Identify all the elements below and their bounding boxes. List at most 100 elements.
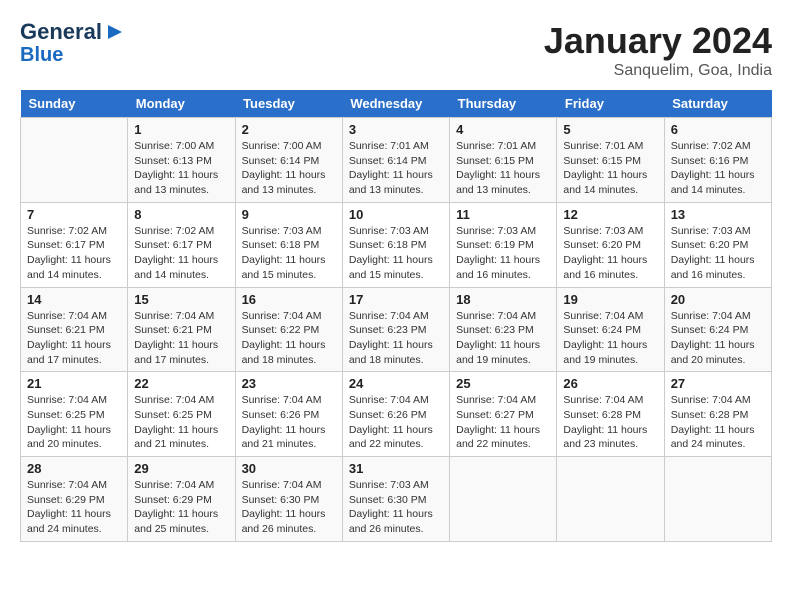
day-info: Sunrise: 7:03 AM Sunset: 6:18 PM Dayligh… xyxy=(349,224,443,283)
day-header-friday: Friday xyxy=(557,90,664,118)
calendar-week-row: 14 Sunrise: 7:04 AM Sunset: 6:21 PM Dayli… xyxy=(21,287,772,372)
day-number: 11 xyxy=(456,207,550,222)
day-info: Sunrise: 7:04 AM Sunset: 6:21 PM Dayligh… xyxy=(134,309,228,368)
day-number: 8 xyxy=(134,207,228,222)
calendar-cell: 29 Sunrise: 7:04 AM Sunset: 6:29 PM Dayli… xyxy=(128,457,235,542)
day-info: Sunrise: 7:01 AM Sunset: 6:15 PM Dayligh… xyxy=(563,139,657,198)
calendar-week-row: 28 Sunrise: 7:04 AM Sunset: 6:29 PM Dayli… xyxy=(21,457,772,542)
calendar-cell: 26 Sunrise: 7:04 AM Sunset: 6:28 PM Dayli… xyxy=(557,372,664,457)
day-info: Sunrise: 7:04 AM Sunset: 6:21 PM Dayligh… xyxy=(27,309,121,368)
day-info: Sunrise: 7:03 AM Sunset: 6:30 PM Dayligh… xyxy=(349,478,443,537)
day-info: Sunrise: 7:00 AM Sunset: 6:13 PM Dayligh… xyxy=(134,139,228,198)
calendar-cell: 8 Sunrise: 7:02 AM Sunset: 6:17 PM Daylig… xyxy=(128,202,235,287)
calendar-table: SundayMondayTuesdayWednesdayThursdayFrid… xyxy=(20,90,772,542)
day-number: 7 xyxy=(27,207,121,222)
day-info: Sunrise: 7:03 AM Sunset: 6:20 PM Dayligh… xyxy=(563,224,657,283)
calendar-cell: 14 Sunrise: 7:04 AM Sunset: 6:21 PM Dayli… xyxy=(21,287,128,372)
calendar-cell: 30Sunrise: 7:04 AM Sunset: 6:30 PM Dayli… xyxy=(235,457,342,542)
day-number: 10 xyxy=(349,207,443,222)
day-info: Sunrise: 7:02 AM Sunset: 6:17 PM Dayligh… xyxy=(27,224,121,283)
day-number: 29 xyxy=(134,461,228,476)
day-number: 27 xyxy=(671,376,765,391)
day-number: 25 xyxy=(456,376,550,391)
calendar-cell xyxy=(450,457,557,542)
logo-general: General xyxy=(20,20,102,44)
calendar-cell: 9Sunrise: 7:03 AM Sunset: 6:18 PM Daylig… xyxy=(235,202,342,287)
day-header-sunday: Sunday xyxy=(21,90,128,118)
day-number: 23 xyxy=(242,376,336,391)
logo-blue: Blue xyxy=(20,44,63,66)
calendar-cell: 19Sunrise: 7:04 AM Sunset: 6:24 PM Dayli… xyxy=(557,287,664,372)
day-header-tuesday: Tuesday xyxy=(235,90,342,118)
day-info: Sunrise: 7:04 AM Sunset: 6:28 PM Dayligh… xyxy=(671,393,765,452)
calendar-cell: 31 Sunrise: 7:03 AM Sunset: 6:30 PM Dayli… xyxy=(342,457,449,542)
logo-arrow-icon xyxy=(104,21,126,43)
calendar-cell: 3 Sunrise: 7:01 AM Sunset: 6:14 PM Daylig… xyxy=(342,118,449,203)
day-info: Sunrise: 7:04 AM Sunset: 6:28 PM Dayligh… xyxy=(563,393,657,452)
calendar-cell: 28Sunrise: 7:04 AM Sunset: 6:29 PM Dayli… xyxy=(21,457,128,542)
calendar-cell: 1 Sunrise: 7:00 AM Sunset: 6:13 PM Daylig… xyxy=(128,118,235,203)
calendar-cell xyxy=(21,118,128,203)
day-number: 19 xyxy=(563,292,657,307)
day-number: 22 xyxy=(134,376,228,391)
day-header-monday: Monday xyxy=(128,90,235,118)
day-info: Sunrise: 7:02 AM Sunset: 6:17 PM Dayligh… xyxy=(134,224,228,283)
calendar-cell: 11 Sunrise: 7:03 AM Sunset: 6:19 PM Dayli… xyxy=(450,202,557,287)
calendar-cell: 2 Sunrise: 7:00 AM Sunset: 6:14 PM Daylig… xyxy=(235,118,342,203)
day-info: Sunrise: 7:04 AM Sunset: 6:23 PM Dayligh… xyxy=(349,309,443,368)
calendar-cell: 13Sunrise: 7:03 AM Sunset: 6:20 PM Dayli… xyxy=(664,202,771,287)
day-number: 18 xyxy=(456,292,550,307)
day-number: 13 xyxy=(671,207,765,222)
day-info: Sunrise: 7:04 AM Sunset: 6:29 PM Dayligh… xyxy=(134,478,228,537)
calendar-cell: 15 Sunrise: 7:04 AM Sunset: 6:21 PM Dayli… xyxy=(128,287,235,372)
calendar-week-row: 1 Sunrise: 7:00 AM Sunset: 6:13 PM Daylig… xyxy=(21,118,772,203)
day-number: 4 xyxy=(456,122,550,137)
day-number: 31 xyxy=(349,461,443,476)
day-info: Sunrise: 7:03 AM Sunset: 6:19 PM Dayligh… xyxy=(456,224,550,283)
day-number: 1 xyxy=(134,122,228,137)
day-info: Sunrise: 7:04 AM Sunset: 6:26 PM Dayligh… xyxy=(242,393,336,452)
day-info: Sunrise: 7:01 AM Sunset: 6:15 PM Dayligh… xyxy=(456,139,550,198)
day-info: Sunrise: 7:02 AM Sunset: 6:16 PM Dayligh… xyxy=(671,139,765,198)
calendar-cell: 23 Sunrise: 7:04 AM Sunset: 6:26 PM Dayli… xyxy=(235,372,342,457)
day-header-thursday: Thursday xyxy=(450,90,557,118)
day-number: 20 xyxy=(671,292,765,307)
calendar-cell: 24 Sunrise: 7:04 AM Sunset: 6:26 PM Dayli… xyxy=(342,372,449,457)
day-number: 6 xyxy=(671,122,765,137)
day-info: Sunrise: 7:04 AM Sunset: 6:25 PM Dayligh… xyxy=(134,393,228,452)
day-info: Sunrise: 7:04 AM Sunset: 6:27 PM Dayligh… xyxy=(456,393,550,452)
day-number: 2 xyxy=(242,122,336,137)
calendar-week-row: 21Sunrise: 7:04 AM Sunset: 6:25 PM Dayli… xyxy=(21,372,772,457)
day-header-wednesday: Wednesday xyxy=(342,90,449,118)
day-number: 5 xyxy=(563,122,657,137)
day-number: 17 xyxy=(349,292,443,307)
day-number: 3 xyxy=(349,122,443,137)
day-number: 15 xyxy=(134,292,228,307)
day-number: 26 xyxy=(563,376,657,391)
logo: General Blue xyxy=(20,20,126,66)
calendar-cell: 4 Sunrise: 7:01 AM Sunset: 6:15 PM Daylig… xyxy=(450,118,557,203)
calendar-cell: 5 Sunrise: 7:01 AM Sunset: 6:15 PM Daylig… xyxy=(557,118,664,203)
day-number: 28 xyxy=(27,461,121,476)
calendar-cell: 6 Sunrise: 7:02 AM Sunset: 6:16 PM Daylig… xyxy=(664,118,771,203)
title-section: January 2024 Sanquelim, Goa, India xyxy=(544,20,772,80)
calendar-cell: 10 Sunrise: 7:03 AM Sunset: 6:18 PM Dayli… xyxy=(342,202,449,287)
day-info: Sunrise: 7:04 AM Sunset: 6:24 PM Dayligh… xyxy=(671,309,765,368)
day-number: 16 xyxy=(242,292,336,307)
day-number: 14 xyxy=(27,292,121,307)
day-number: 24 xyxy=(349,376,443,391)
day-info: Sunrise: 7:00 AM Sunset: 6:14 PM Dayligh… xyxy=(242,139,336,198)
page-header: General Blue January 2024 Sanquelim, Goa… xyxy=(20,20,772,80)
day-info: Sunrise: 7:04 AM Sunset: 6:25 PM Dayligh… xyxy=(27,393,121,452)
calendar-cell: 17 Sunrise: 7:04 AM Sunset: 6:23 PM Dayli… xyxy=(342,287,449,372)
day-info: Sunrise: 7:01 AM Sunset: 6:14 PM Dayligh… xyxy=(349,139,443,198)
day-info: Sunrise: 7:04 AM Sunset: 6:30 PM Dayligh… xyxy=(242,478,336,537)
calendar-cell: 27 Sunrise: 7:04 AM Sunset: 6:28 PM Dayli… xyxy=(664,372,771,457)
calendar-cell: 25 Sunrise: 7:04 AM Sunset: 6:27 PM Dayli… xyxy=(450,372,557,457)
calendar-cell: 16Sunrise: 7:04 AM Sunset: 6:22 PM Dayli… xyxy=(235,287,342,372)
day-info: Sunrise: 7:04 AM Sunset: 6:26 PM Dayligh… xyxy=(349,393,443,452)
calendar-cell: 20 Sunrise: 7:04 AM Sunset: 6:24 PM Dayli… xyxy=(664,287,771,372)
calendar-cell: 18Sunrise: 7:04 AM Sunset: 6:23 PM Dayli… xyxy=(450,287,557,372)
calendar-cell xyxy=(664,457,771,542)
calendar-cell: 12Sunrise: 7:03 AM Sunset: 6:20 PM Dayli… xyxy=(557,202,664,287)
